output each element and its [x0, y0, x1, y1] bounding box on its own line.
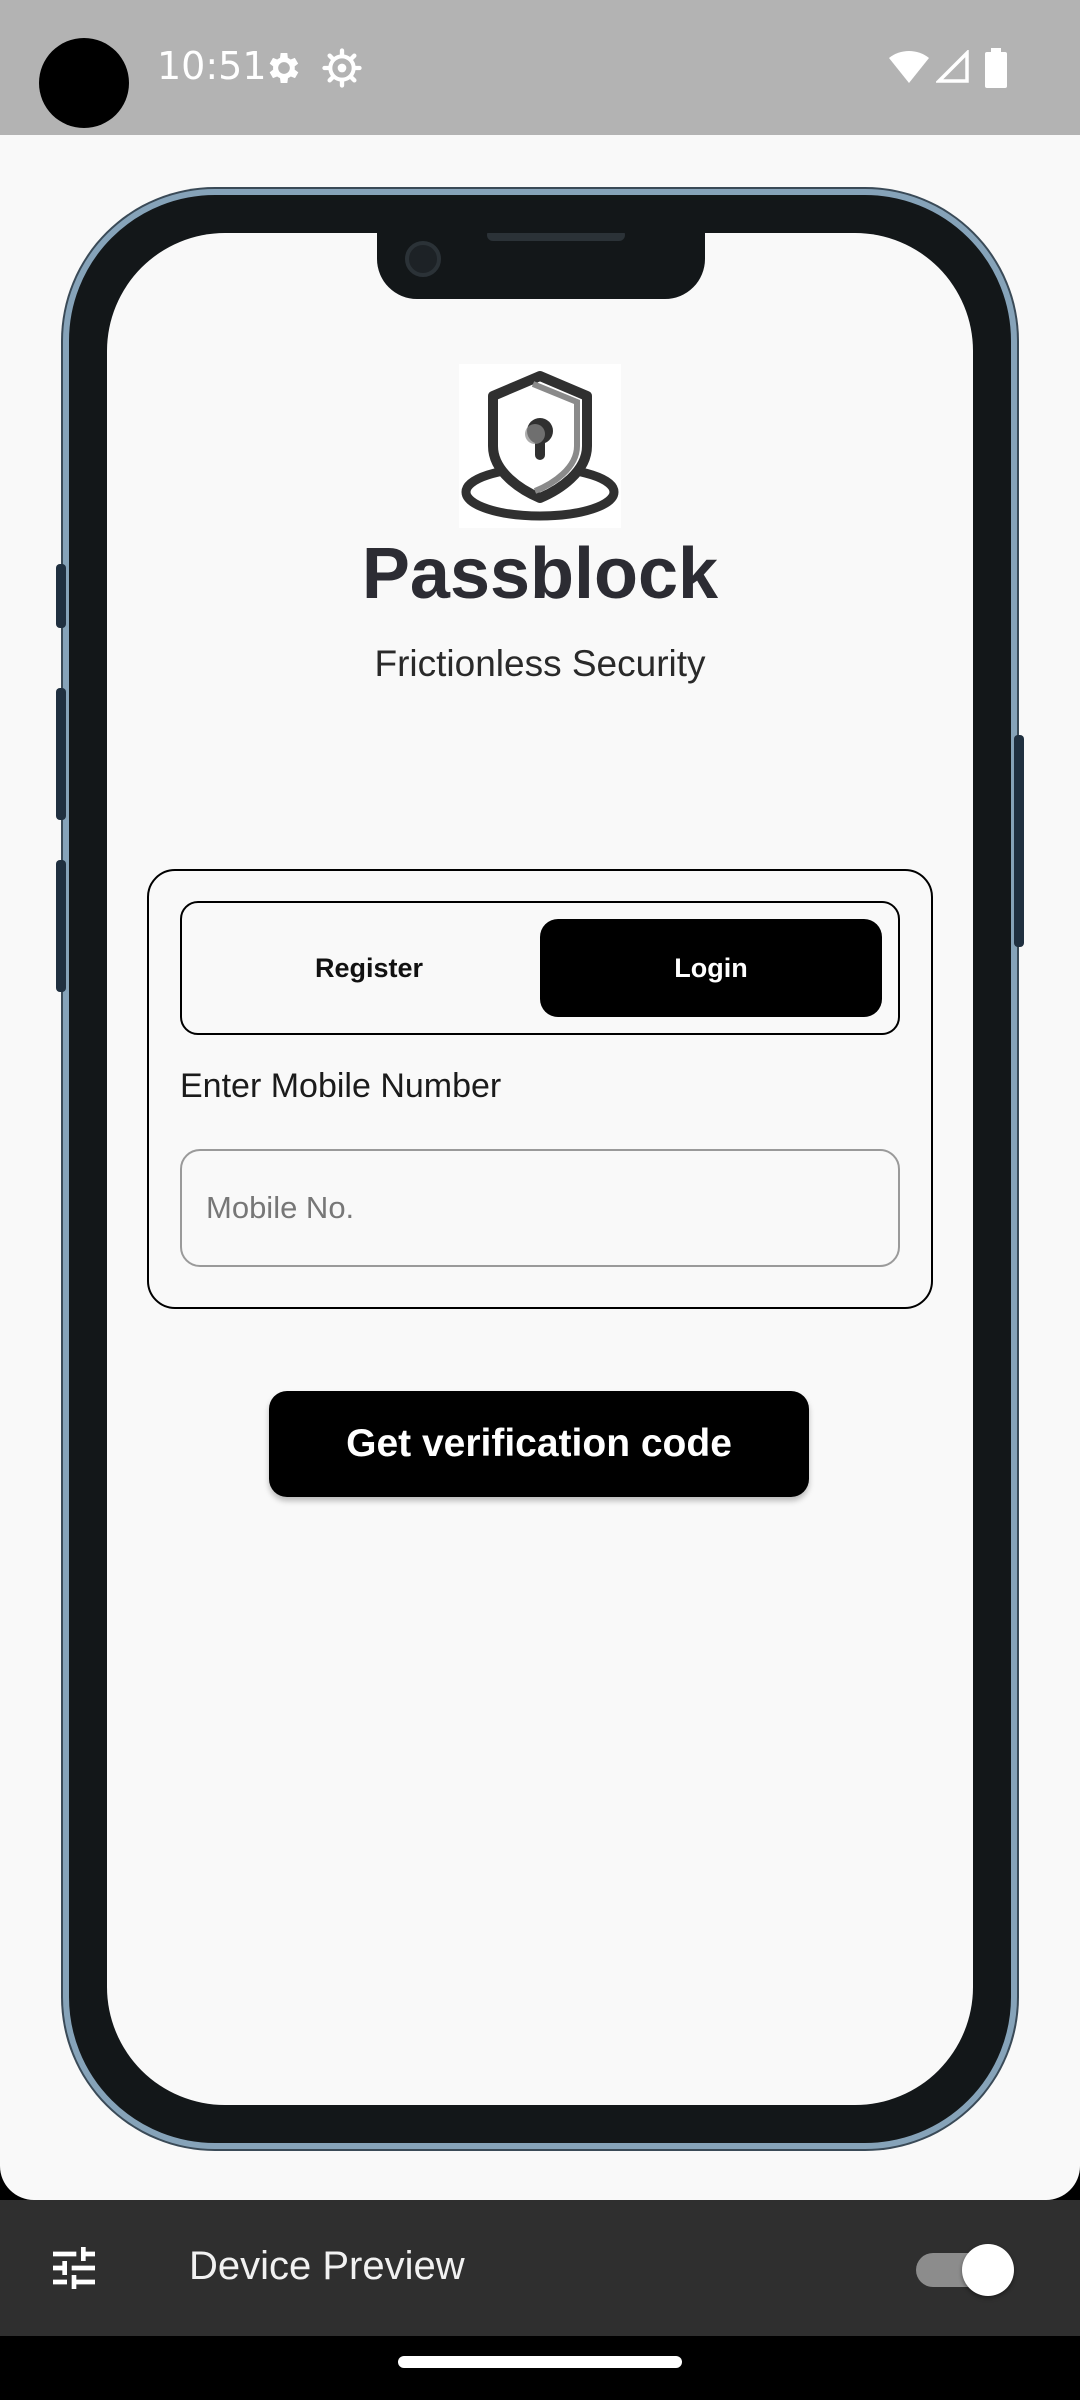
app-logo: [459, 364, 621, 528]
gear-icon: [269, 53, 299, 83]
status-bar: 10:51: [0, 0, 1080, 135]
phone-power-button: [1014, 735, 1024, 947]
auth-mode-toggle: Register Login: [180, 901, 900, 1035]
notch-camera-icon: [405, 241, 441, 277]
app-title: Passblock: [361, 534, 719, 614]
device-preview-toolbar: Device Preview: [0, 2200, 1080, 2336]
signal-icon: [936, 50, 969, 83]
phone-notch: [377, 233, 705, 299]
login-card: Register Login Enter Mobile Number: [147, 869, 933, 1309]
settings-alt-icon: [322, 48, 362, 88]
device-preview-canvas: Passblock Frictionless Security Register…: [0, 135, 1080, 2200]
app-tagline: Frictionless Security: [374, 643, 706, 684]
get-verification-code-button[interactable]: Get verification code: [269, 1391, 809, 1497]
front-camera-cutout: [39, 38, 129, 128]
battery-icon: [985, 48, 1007, 88]
tab-login[interactable]: Login: [540, 919, 882, 1017]
keyhole-pin-icon: [461, 371, 619, 521]
phone-mute-switch: [56, 564, 66, 628]
home-gesture-handle[interactable]: [398, 2356, 682, 2368]
toggle-thumb: [962, 2244, 1014, 2296]
phone-volume-up-button: [56, 688, 66, 820]
wifi-icon: [889, 50, 929, 83]
mobile-number-input[interactable]: [180, 1149, 900, 1267]
mobile-number-label: Enter Mobile Number: [180, 1067, 502, 1105]
navigation-bar: [0, 2336, 1080, 2400]
tune-icon[interactable]: [46, 2240, 102, 2296]
tab-register[interactable]: Register: [198, 919, 540, 1017]
notch-speaker: [487, 233, 625, 241]
device-preview-toggle[interactable]: [916, 2242, 1014, 2296]
device-preview-label: Device Preview: [189, 2244, 465, 2288]
status-time: 10:51: [157, 44, 267, 88]
phone-volume-down-button: [56, 860, 66, 992]
phone-screen: Passblock Frictionless Security Register…: [107, 233, 973, 2105]
